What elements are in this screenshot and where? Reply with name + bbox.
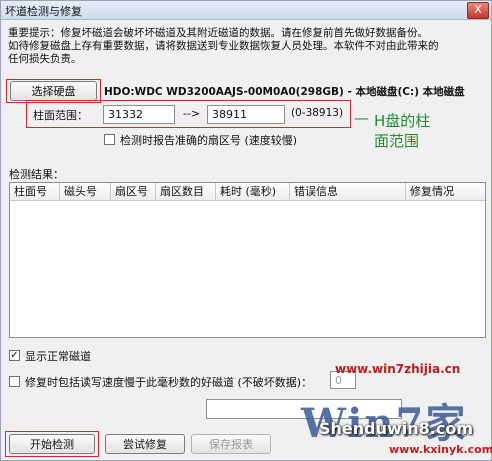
notice-line-3: 任何损失负责。 — [8, 53, 82, 65]
annotation-dash: — — [354, 109, 369, 127]
results-table-header: 柱面号 磁头号 扇区号 扇区数目 耗时 (毫秒) 错误信息 修复情况 — [10, 183, 485, 201]
column-header-repair[interactable]: 修复情况 — [406, 183, 485, 200]
column-header-sector-count[interactable]: 扇区数目 — [156, 183, 216, 200]
cylinder-range-hint: (0-38913) — [291, 107, 344, 119]
annotation-line-2: 面范围 — [374, 132, 420, 150]
notice-line-2: 如待修复磁盘上存有重要数据，请将数据送到专业数据恢复人员处理。本软件不对由此带来… — [8, 40, 439, 52]
start-detect-button[interactable]: 开始检测 — [9, 434, 95, 454]
results-label: 检测结果： — [9, 168, 64, 181]
annotation-line-1: H盘的柱 — [374, 112, 431, 130]
window-title: 坏道检测与修复 — [5, 5, 82, 18]
report-sector-checkbox[interactable] — [104, 134, 115, 145]
disk-description: HDO:WDC WD3200AAJS-00M0A0(298GB) - 本地磁盘(… — [104, 86, 465, 98]
dialog-window: 坏道检测与修复 X 重要提示：修复坏磁道会破坏坏磁道及其附近磁道的数据。请在修复… — [0, 0, 492, 461]
report-sector-label: 检测时报告准确的扇区号 (速度较慢) — [120, 134, 298, 147]
cylinder-range-label: 柱面范围： — [33, 109, 88, 122]
range-arrow: --> — [183, 107, 201, 120]
column-header-error[interactable]: 错误信息 — [290, 183, 406, 200]
column-header-head[interactable]: 磁头号 — [60, 183, 111, 200]
save-report-button: 保存报表 — [191, 434, 271, 454]
column-header-sector[interactable]: 扇区号 — [111, 183, 156, 200]
close-button[interactable]: X — [467, 2, 489, 19]
notice-text: 重要提示：修复坏磁道会破坏坏磁道及其附近磁道的数据。请在修复前首先做好数据备份。… — [8, 27, 486, 66]
results-table[interactable]: 柱面号 磁头号 扇区号 扇区数目 耗时 (毫秒) 错误信息 修复情况 — [9, 182, 486, 338]
watermark-url: www.win7zhijia.cn — [335, 362, 461, 376]
column-header-time[interactable]: 耗时 (毫秒) — [216, 183, 290, 200]
repair-slow-checkbox[interactable] — [9, 376, 20, 387]
watermark-brand: Shenduwin8.com — [319, 419, 474, 438]
watermark-site: www.kxinyk.com — [389, 443, 492, 456]
try-repair-button[interactable]: 尝试修复 — [105, 434, 185, 454]
title-bar: 坏道检测与修复 X — [1, 1, 491, 20]
notice-line-1: 重要提示：修复坏磁道会破坏坏磁道及其附近磁道的数据。请在修复前首先做好数据备份。 — [8, 27, 428, 39]
column-header-cylinder[interactable]: 柱面号 — [10, 183, 60, 200]
select-disk-button[interactable]: 选择硬盘 — [10, 81, 97, 101]
repair-slow-label: 修复时包括读写速度慢于此毫秒数的好磁道 (不破坏数据)： — [25, 376, 313, 389]
cylinder-start-input[interactable]: 31332 — [103, 105, 175, 124]
show-normal-checkbox[interactable]: ✓ — [9, 350, 20, 361]
cylinder-end-input[interactable]: 38911 — [207, 105, 285, 124]
show-normal-label: 显示正常磁道 — [25, 350, 91, 363]
